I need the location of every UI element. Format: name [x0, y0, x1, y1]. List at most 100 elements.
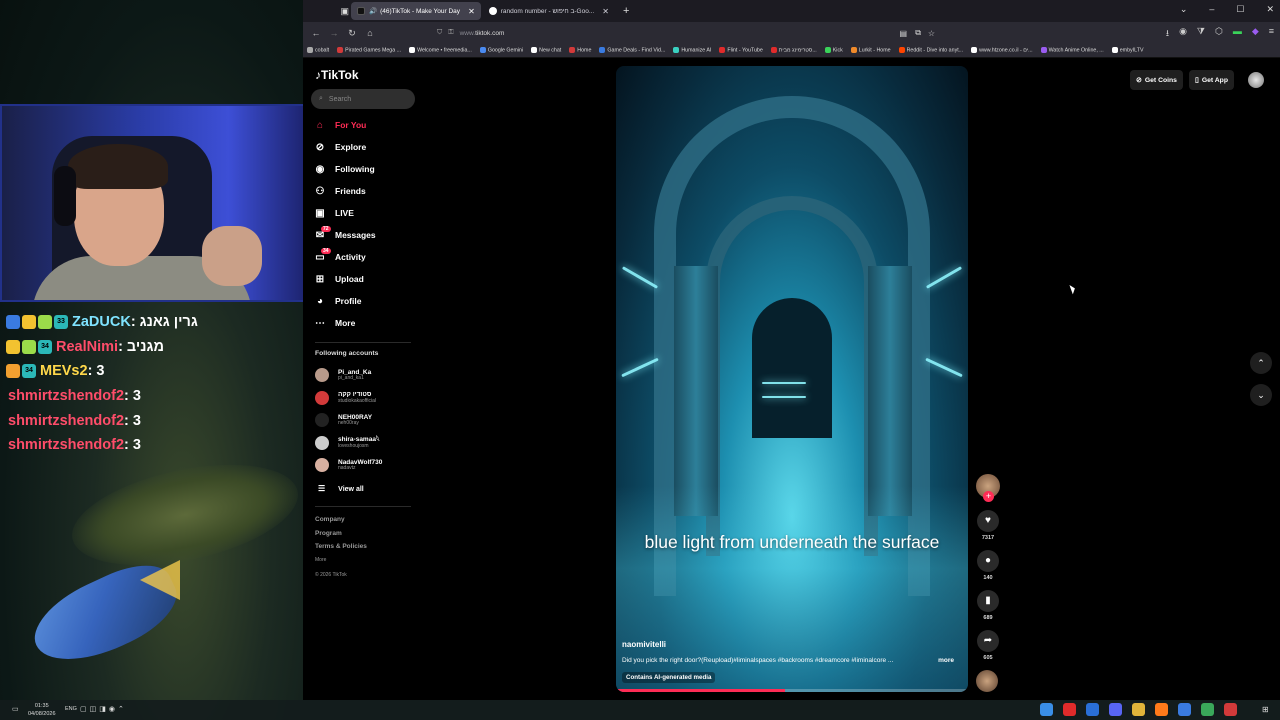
following-account[interactable]: shira-samaa𓆩 loveshoujosm [315, 432, 415, 455]
start-icon[interactable]: ⊞ [1262, 705, 1269, 714]
back-icon[interactable]: ← [307, 28, 325, 38]
bookmark-icon[interactable]: ▮ [977, 590, 999, 612]
following-account[interactable]: NadavWolf730 nadavtz [315, 454, 415, 477]
nav-item-friends[interactable]: ⚇ Friends [313, 180, 413, 202]
tab-list-icon[interactable]: ▣ [303, 6, 349, 17]
bookmark-item[interactable]: Google Gemini [479, 47, 523, 54]
nav-item-messages[interactable]: ✉ 72 Messages [313, 224, 413, 246]
taskbar-app-icon[interactable] [1063, 703, 1076, 716]
bookmark-item[interactable]: www.htzone.co.il - ים... [971, 47, 1033, 54]
get-app-button[interactable]: ▯ Get App [1188, 70, 1234, 90]
bookmark-item[interactable]: New chat [531, 47, 561, 54]
clock[interactable]: 01:35 04/08/2026 [28, 702, 56, 718]
music-disc[interactable] [976, 670, 998, 692]
audio-icon[interactable]: 🔊 [369, 7, 377, 15]
close-tab-icon[interactable]: ✕ [602, 7, 609, 16]
bookmark-item[interactable]: Lurkit - Home [850, 47, 891, 54]
comment-action[interactable]: ● 140 [976, 550, 1000, 581]
bookmark-item[interactable]: Watch Anime Online, ... [1040, 47, 1104, 54]
taskbar-app-icon[interactable] [1178, 703, 1191, 716]
bookmark-star-icon[interactable]: ☆ [928, 29, 935, 38]
taskbar-app-icon[interactable] [1224, 703, 1237, 716]
view-all-button[interactable]: ☰ View all [318, 484, 364, 493]
video-progress-bar[interactable] [616, 689, 968, 692]
save-action[interactable]: ▮ 689 [976, 590, 1000, 621]
bookmark-item[interactable]: Home [569, 47, 591, 54]
bookmark-item[interactable]: cobalt [307, 47, 329, 54]
share-icon[interactable]: ➦ [977, 630, 999, 652]
close-tab-icon[interactable]: ✕ [468, 7, 475, 16]
tab-google[interactable]: random number - ב חיפוש-Goo... ✕ [483, 2, 615, 20]
bookmark-item[interactable]: Welcome • freemedia... [409, 47, 472, 54]
video-player[interactable]: blue light from underneath the surface n… [616, 66, 968, 692]
tiktok-logo[interactable]: ♪TikTok [315, 68, 359, 82]
bookmark-item[interactable]: Game Deals - Find Vid... [599, 47, 665, 54]
get-coins-button[interactable]: ⊘ Get Coins [1129, 70, 1183, 90]
bookmark-item[interactable]: Kick [824, 47, 843, 54]
taskbar-app-icon[interactable] [1132, 703, 1145, 716]
reload-icon[interactable]: ↻ [343, 28, 361, 39]
scroll-up-button[interactable]: ⌃ [1250, 352, 1272, 374]
creator-avatar[interactable]: + [976, 474, 1000, 502]
nav-item-activity[interactable]: ▭ 34 Activity [313, 246, 413, 268]
bookmark-item[interactable]: Humanize AI [673, 47, 711, 54]
following-account[interactable]: Pi_and_Ka pi_and_ka1 [315, 364, 415, 387]
url-bar[interactable]: ⛉ ⚿ www. tiktok.com ▤ ⧉ ☆ [437, 25, 1057, 41]
nav-item-for-you[interactable]: ⌂ For You [313, 114, 413, 136]
pip-icon[interactable]: ⧉ [915, 28, 921, 38]
menu-icon[interactable]: ≡ [1269, 26, 1274, 42]
close-window-icon[interactable]: ✕ [1266, 4, 1274, 15]
share-action[interactable]: ➦ 605 [976, 630, 1000, 661]
nav-item-more[interactable]: ⋯ More [313, 312, 413, 334]
maximize-icon[interactable]: ☐ [1236, 4, 1244, 15]
taskbar-app-icon[interactable] [1086, 703, 1099, 716]
footer-more[interactable]: More [315, 557, 367, 571]
extension-purple-icon[interactable]: ◆ [1252, 26, 1259, 42]
puzzle-icon[interactable]: ⬡ [1215, 26, 1223, 42]
video-author[interactable]: naomivitelli [622, 640, 666, 649]
bookmark-item[interactable]: Flint - YouTube [719, 47, 763, 54]
following-account[interactable]: NEH00RAY neh00ray [315, 409, 415, 432]
tab-dropdown-icon[interactable]: ⌄ [1180, 4, 1188, 15]
language-indicator[interactable]: ENG [65, 706, 77, 712]
minimize-icon[interactable]: – [1209, 4, 1214, 15]
reader-view-icon[interactable]: ▤ [899, 29, 907, 38]
nav-item-live[interactable]: ▣ LIVE [313, 202, 413, 224]
bookmark-item[interactable]: Pirated Games Mega ... [337, 47, 401, 54]
tab-tiktok[interactable]: 🔊 (46)TikTok - Make Your Day ✕ [351, 2, 481, 20]
scroll-down-button[interactable]: ⌄ [1250, 384, 1272, 406]
taskbar-app-icon[interactable] [1040, 703, 1053, 716]
footer-terms[interactable]: Terms & Policies [315, 543, 367, 557]
bookmark-item[interactable]: סטרימינג מבית... [770, 47, 817, 54]
taskbar-app-icon[interactable] [1155, 703, 1168, 716]
heart-icon[interactable]: ♥ [977, 510, 999, 532]
nav-item-profile[interactable]: ◕ Profile [313, 290, 413, 312]
nav-item-following[interactable]: ◉ Following [313, 158, 413, 180]
notification-icon[interactable]: ▭ [12, 705, 19, 713]
like-action[interactable]: ♥ 7317 [976, 510, 1000, 541]
nav-item-upload[interactable]: ⊞ Upload [313, 268, 413, 290]
system-tray[interactable]: ▢◫◨◉⌃ [80, 705, 127, 713]
extensions-icon[interactable]: ⧩ [1197, 26, 1205, 42]
ai-generated-label[interactable]: Contains AI-generated media [622, 672, 716, 683]
forward-icon[interactable]: → [325, 28, 343, 38]
home-icon[interactable]: ⌂ [361, 28, 379, 38]
follow-plus-icon[interactable]: + [983, 491, 994, 502]
taskbar-app-icon[interactable] [1201, 703, 1214, 716]
user-avatar[interactable] [1248, 72, 1264, 88]
shield-icon[interactable]: ⛉ [437, 29, 442, 37]
footer-program[interactable]: Program [315, 530, 367, 544]
footer-company[interactable]: Company [315, 516, 367, 530]
following-account[interactable]: סטודיו קקה studiokakaofficial [315, 387, 415, 410]
comment-icon[interactable]: ● [977, 550, 999, 572]
new-tab-icon[interactable]: + [623, 5, 629, 17]
lock-icon[interactable]: ⚿ [448, 29, 453, 37]
nav-item-explore[interactable]: ⊘ Explore [313, 136, 413, 158]
account-icon[interactable]: ◉ [1179, 26, 1187, 42]
downloads-icon[interactable]: ⭳ [1166, 26, 1169, 42]
bookmark-item[interactable]: Reddit - Dive into anyt... [898, 47, 963, 54]
search-input[interactable]: ⌕ Search [311, 89, 415, 109]
taskbar-app-icon[interactable] [1109, 703, 1122, 716]
more-button[interactable]: more [938, 657, 954, 664]
bookmark-item[interactable]: embyILTV [1111, 47, 1143, 54]
